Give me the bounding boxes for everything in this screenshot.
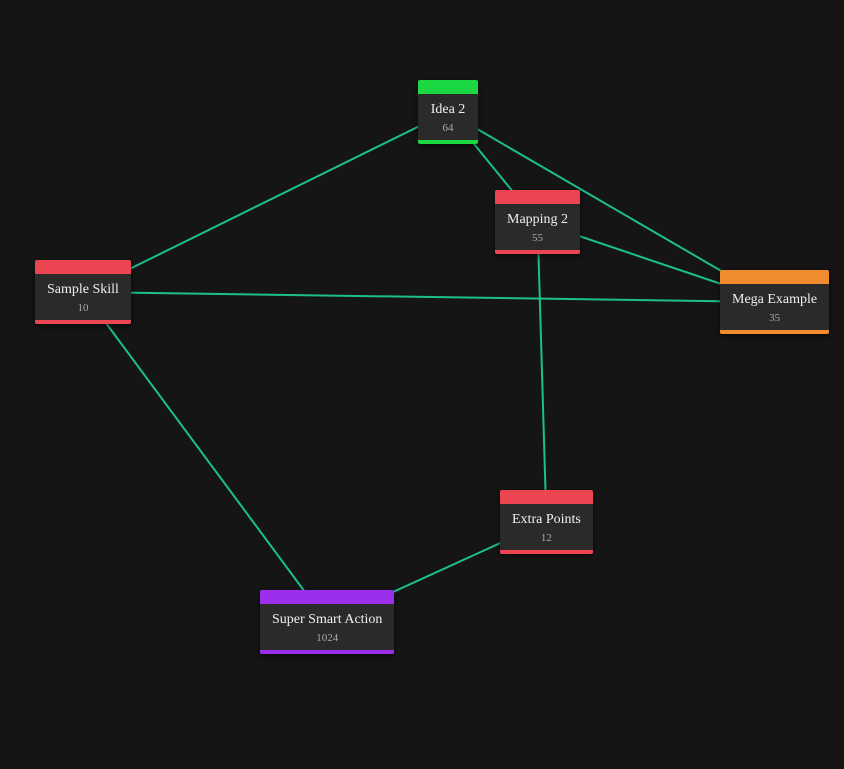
node-header [260,590,394,604]
node-footer [495,250,580,254]
edge-idea2-sample-skill [83,112,448,292]
node-super-smart[interactable]: Super Smart Action 1024 [260,590,394,654]
node-title: Mapping 2 [507,212,568,228]
node-value: 12 [512,532,581,544]
node-title: Sample Skill [47,282,119,298]
edge-sample-skill-mega-example [83,292,775,302]
node-idea2[interactable]: Idea 2 64 [418,80,478,144]
node-mapping2[interactable]: Mapping 2 55 [495,190,580,254]
node-value: 64 [430,122,466,134]
node-header [495,190,580,204]
node-footer [260,650,394,654]
node-title: Super Smart Action [272,612,382,628]
node-header [35,260,131,274]
node-body: Idea 2 64 [418,94,478,140]
node-mega-example[interactable]: Mega Example 35 [720,270,829,334]
node-header [418,80,478,94]
node-title: Idea 2 [430,102,466,118]
node-body: Mapping 2 55 [495,204,580,250]
node-title: Mega Example [732,292,817,308]
node-body: Extra Points 12 [500,504,593,550]
node-footer [35,320,131,324]
node-value: 55 [507,232,568,244]
node-value: 1024 [272,632,382,644]
node-footer [500,550,593,554]
graph-canvas[interactable]: Idea 2 64 Mapping 2 55 Sample Skill 10 Mega Ex… [0,0,844,769]
node-extra-points[interactable]: Extra Points 12 [500,490,593,554]
node-body: Sample Skill 10 [35,274,131,320]
node-header [500,490,593,504]
node-sample-skill[interactable]: Sample Skill 10 [35,260,131,324]
node-footer [418,140,478,144]
node-value: 10 [47,302,119,314]
node-body: Mega Example 35 [720,284,829,330]
node-header [720,270,829,284]
edge-sample-skill-super-smart [83,292,327,622]
edge-mapping2-extra-points [538,222,547,522]
node-title: Extra Points [512,512,581,528]
node-footer [720,330,829,334]
node-value: 35 [732,312,817,324]
node-body: Super Smart Action 1024 [260,604,394,650]
